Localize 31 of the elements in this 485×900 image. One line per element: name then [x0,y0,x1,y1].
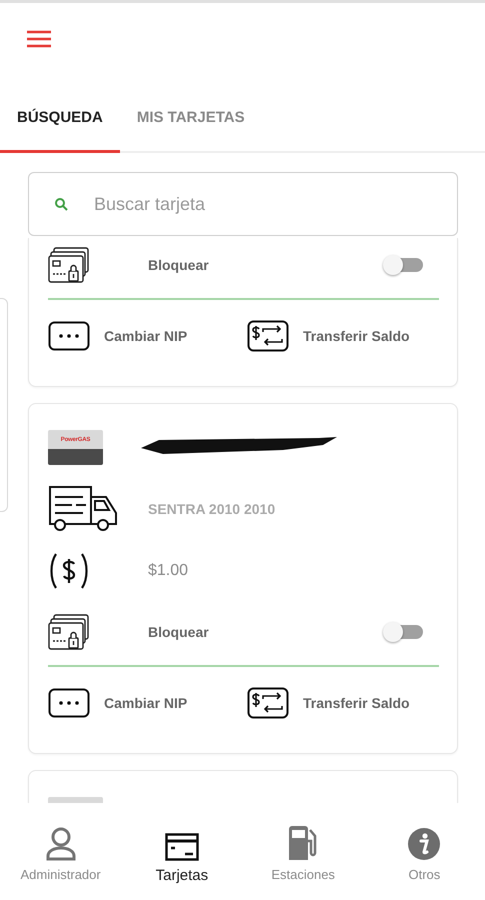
dots-icon [48,321,90,351]
nav-item[interactable]: Tarjetas [121,803,242,898]
nav-item[interactable]: Administrador [0,803,122,898]
lock-label: Bloquear [148,257,209,273]
card-lock-icon [48,246,90,284]
balance-amount: $1.00 [148,562,188,580]
menu-icon[interactable] [27,30,51,48]
lock-toggle[interactable] [383,255,423,275]
vehicle-name: SENTRA 2010 2010 [148,501,276,517]
change-pin-button[interactable]: Cambiar NIP [48,687,247,719]
fuel-pump-icon [287,825,320,861]
card-lock-icon [48,613,90,651]
nav-item[interactable]: Estaciones [242,803,364,898]
nav-item[interactable]: Otros [364,803,485,898]
lock-label: Bloquear [148,624,209,640]
dollar-circle-icon [48,551,90,591]
transfer-balance-button[interactable]: Transferir Saldo [247,320,410,352]
transfer-icon [247,687,289,719]
change-pin-button[interactable]: Cambiar NIP [48,320,247,352]
tab[interactable]: MIS TARJETAS [120,109,262,153]
search-icon [54,197,68,211]
card-icon [164,833,199,861]
transfer-icon [247,320,289,352]
transfer-balance-button[interactable]: Transferir Saldo [247,687,410,719]
info-icon [407,827,442,861]
person-icon [46,827,76,861]
truck-icon [48,485,118,533]
lock-toggle[interactable] [383,622,423,642]
tab[interactable]: BÚSQUEDA [0,109,120,153]
dots-icon [48,688,90,718]
search-field[interactable]: Buscar tarjeta [28,172,458,236]
